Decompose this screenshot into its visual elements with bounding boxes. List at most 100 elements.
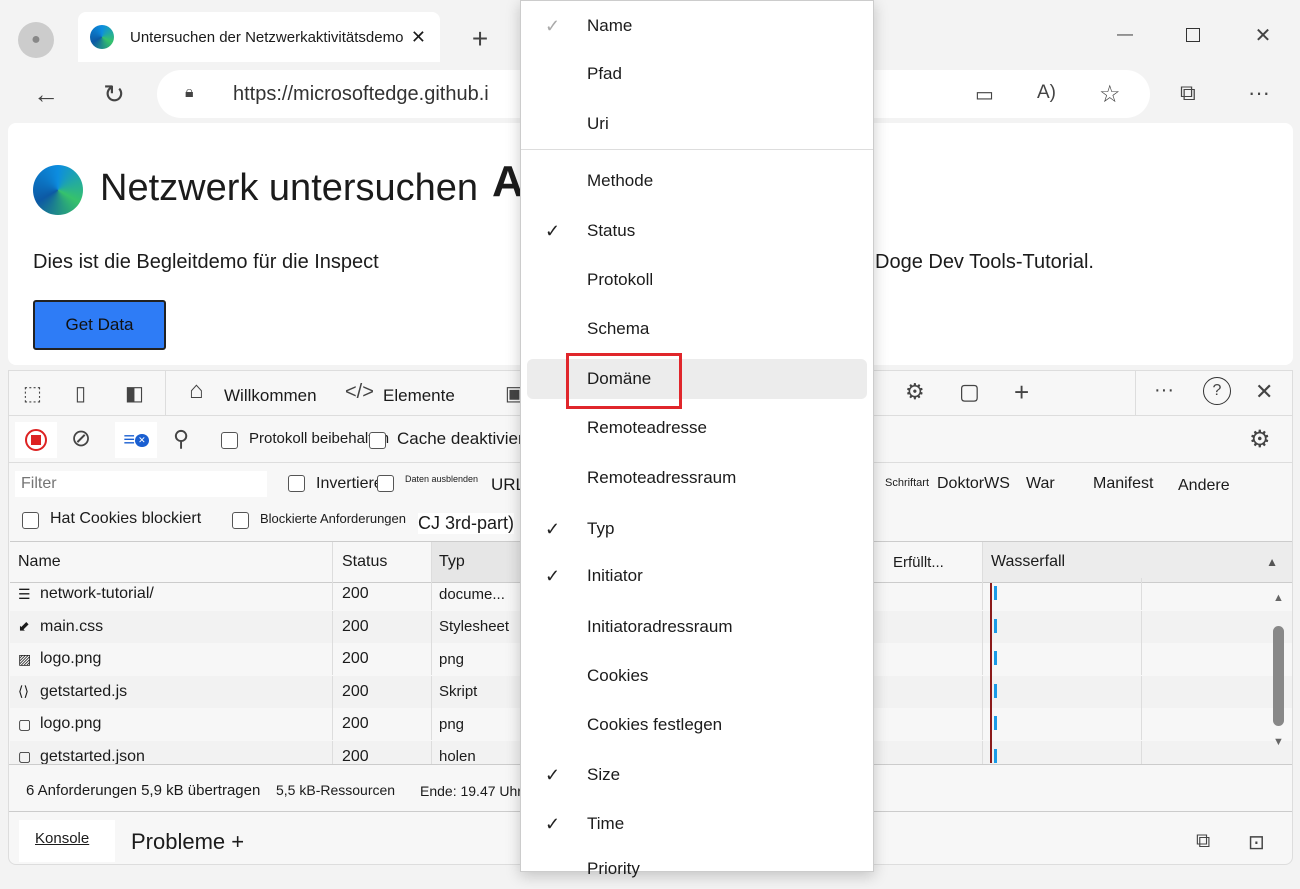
scroll-thumb[interactable] — [1273, 626, 1284, 726]
row-status: 200 — [333, 610, 432, 643]
application-icon[interactable]: ▢ — [959, 379, 980, 405]
clear-icon[interactable]: ⊘ — [71, 424, 91, 453]
column-header-status[interactable]: Status — [333, 542, 432, 582]
filter-type-wasm[interactable]: War — [1026, 475, 1055, 493]
menu-item-label: Schema — [587, 319, 650, 338]
column-header-type[interactable]: Typ — [432, 542, 522, 582]
checkmark-icon: ✓ — [545, 220, 561, 241]
filter-input[interactable] — [15, 471, 267, 497]
new-tab-icon[interactable]: + — [465, 23, 495, 54]
minimize-icon[interactable]: — — [1110, 20, 1140, 50]
third-party-label[interactable]: CJ 3rd-part) — [418, 513, 515, 534]
column-header-waterfall[interactable]: Wasserfall ▲ — [983, 542, 1292, 582]
menu-item-uri[interactable]: Uri — [521, 104, 873, 144]
column-header-name[interactable]: Name — [10, 542, 333, 582]
maximize-icon[interactable] — [1178, 20, 1208, 50]
search-icon[interactable]: ⚲ — [173, 426, 189, 452]
menu-item-domäne[interactable]: Domäne — [527, 353, 867, 409]
dock-drawer-icon[interactable]: ⧉ — [1196, 830, 1210, 853]
drawer-tab-console[interactable]: Konsole — [19, 820, 115, 862]
expand-drawer-icon[interactable]: ⊡ — [1248, 830, 1265, 855]
menu-item-initiator[interactable]: ✓ Initiator — [521, 556, 873, 596]
waterfall-bar — [994, 716, 997, 730]
performance-chip-icon[interactable]: ⚙ — [905, 379, 925, 405]
hide-data-checkbox[interactable] — [377, 475, 394, 492]
close-window-icon[interactable]: ✕ — [1248, 20, 1278, 50]
favorite-star-icon[interactable]: ☆ — [1099, 80, 1121, 109]
profile-avatar[interactable]: ● — [18, 22, 54, 58]
filter-icon[interactable]: ≡ ✕ — [115, 422, 157, 458]
page-description: Dies ist die Begleitdemo für die Inspect — [33, 251, 379, 273]
row-name: network-tutorial/ — [40, 585, 154, 602]
menu-item-schema[interactable]: Schema — [521, 309, 873, 349]
menu-item-label: Initiator — [587, 566, 643, 585]
menu-item-protokoll[interactable]: Protokoll — [521, 260, 873, 300]
menu-item-label: Name — [587, 16, 633, 35]
close-devtools-icon[interactable]: ✕ — [1255, 379, 1273, 405]
menu-item-label: Status — [587, 221, 636, 240]
checkmark-icon: ✓ — [545, 518, 561, 539]
page-description-end: Doge Dev Tools-Tutorial. — [875, 251, 1094, 273]
read-aloud-icon[interactable]: A) — [1037, 82, 1056, 104]
menu-item-time[interactable]: ✓ Time — [521, 804, 873, 844]
blocked-requests-label: Blockierte Anforderungen — [260, 511, 406, 526]
column-header-fulfilled[interactable]: Erfüllt... — [885, 542, 983, 582]
more-icon[interactable]: ··· — [1248, 80, 1270, 106]
menu-item-cookies[interactable]: Cookies — [521, 656, 873, 696]
tab-title: Untersuchen der Netzwerkaktivitätsdemo — [130, 28, 404, 46]
more-tools-icon[interactable]: + — [1014, 377, 1029, 408]
help-icon[interactable]: ? — [1203, 377, 1231, 405]
row-type: png — [432, 708, 522, 740]
device-emulation-icon[interactable]: ▯ — [75, 381, 86, 406]
settings-gear-icon[interactable]: ⚙ — [1249, 425, 1271, 454]
blocked-requests-checkbox[interactable] — [232, 512, 249, 529]
menu-item-status[interactable]: ✓ Status — [521, 211, 873, 251]
menu-item-label: Methode — [587, 171, 654, 190]
highlight-box — [566, 353, 682, 409]
browser-tab[interactable]: Untersuchen der Netzwerkaktivitätsdemo ✕ — [78, 12, 440, 62]
menu-item-remoteadresse[interactable]: Remoteadresse — [521, 408, 873, 448]
scroll-down-icon[interactable]: ▼ — [1273, 736, 1284, 748]
disable-cache-checkbox[interactable] — [369, 432, 386, 449]
filter-type-other[interactable]: Andere — [1178, 477, 1230, 495]
waterfall-bar — [994, 748, 997, 763]
tab-welcome[interactable]: Willkommen — [224, 386, 317, 406]
inspect-icon[interactable]: ⬚ — [23, 381, 42, 406]
blocked-cookies-checkbox[interactable] — [22, 512, 39, 529]
more-options-icon[interactable]: ··· — [1154, 379, 1174, 402]
menu-item-name[interactable]: ✓ Name — [521, 6, 873, 46]
record-icon[interactable] — [15, 422, 57, 458]
hide-data-label: Daten ausblenden — [405, 474, 479, 484]
menu-item-cookies-festlegen[interactable]: Cookies festlegen — [521, 705, 873, 745]
briefcase-icon[interactable]: ▭ — [975, 82, 994, 107]
filter-type-font[interactable]: Schriftart — [885, 477, 929, 489]
menu-item-size[interactable]: ✓ Size — [521, 755, 873, 795]
menu-item-label: Cookies festlegen — [587, 715, 723, 734]
file-icon: ▢ — [18, 748, 32, 764]
drawer-tab-issues[interactable]: Probleme + — [131, 829, 244, 855]
menu-separator — [521, 149, 873, 150]
menu-item-typ[interactable]: ✓ Typ — [521, 509, 873, 549]
tab-elements[interactable]: Elemente — [383, 386, 455, 406]
menu-item-pfad[interactable]: Pfad — [521, 54, 873, 94]
file-icon: ▢ — [18, 715, 32, 732]
menu-item-initiatoradressraum[interactable]: Initiatoradressraum — [521, 607, 873, 647]
collections-icon[interactable]: ⧉ — [1180, 80, 1196, 106]
menu-item-priority[interactable]: Priority — [521, 849, 873, 889]
refresh-icon[interactable]: ↻ — [98, 78, 130, 110]
close-tab-icon[interactable]: ✕ — [411, 27, 426, 48]
scroll-up-icon[interactable]: ▲ — [1273, 592, 1284, 604]
menu-item-methode[interactable]: Methode — [521, 161, 873, 201]
preserve-log-checkbox[interactable] — [221, 432, 238, 449]
menu-item-label: Time — [587, 814, 625, 833]
filter-type-doc-ws[interactable]: DoktorWS — [937, 475, 1010, 493]
get-data-button[interactable]: Get Data — [33, 300, 166, 350]
filter-type-manifest[interactable]: Manifest — [1093, 475, 1153, 493]
back-icon[interactable]: ← — [30, 78, 62, 110]
invert-checkbox[interactable] — [288, 475, 305, 492]
waterfall-bar — [994, 618, 997, 633]
menu-item-label: Remoteadresse — [587, 418, 708, 437]
dock-icon[interactable]: ◧ — [125, 381, 144, 406]
menu-item-remoteadressraum[interactable]: Remoteadressraum — [521, 458, 873, 498]
scrollbar[interactable]: ▲ ▼ — [1270, 590, 1288, 758]
